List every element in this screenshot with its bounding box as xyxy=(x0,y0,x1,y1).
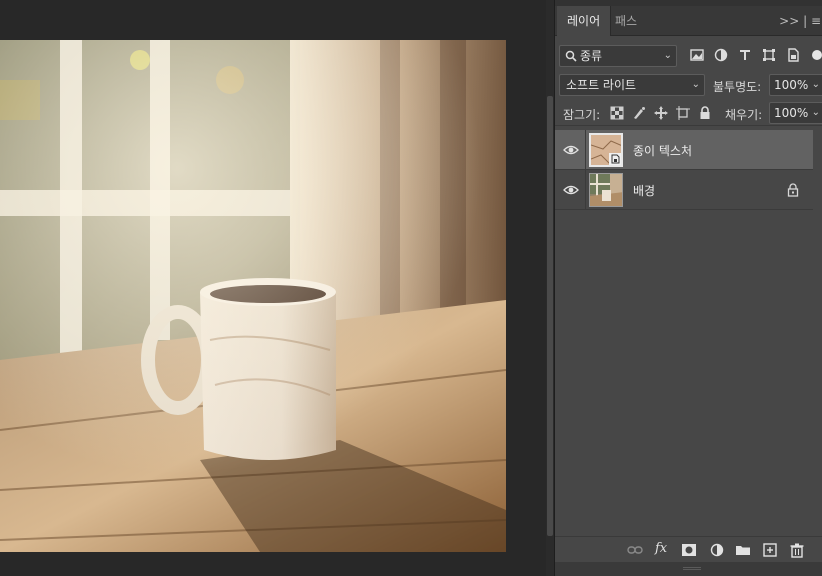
delete-layer-icon[interactable] xyxy=(789,542,805,558)
layer-thumbnail-paper-texture[interactable] xyxy=(589,133,623,167)
lock-artboard-icon[interactable] xyxy=(676,106,690,120)
canvas-scrollbar[interactable] xyxy=(546,0,554,576)
adjustment-filter-icon[interactable] xyxy=(713,47,729,63)
opacity-label: 불투명도: xyxy=(713,80,762,94)
layer-list: 종이 텍스처 배경 xyxy=(555,130,822,536)
image-filter-icon[interactable] xyxy=(689,47,705,63)
panel-tab-bar: 레이어 패스 >> | ≡ xyxy=(555,6,822,36)
shape-filter-icon[interactable] xyxy=(761,47,777,63)
layer-name[interactable]: 종이 텍스처 xyxy=(633,142,692,159)
panel-menu-controls[interactable]: >> | ≡ xyxy=(779,6,821,36)
chevron-down-icon: ⌄ xyxy=(811,79,820,90)
smart-object-filter-icon[interactable] xyxy=(785,47,801,63)
canvas-photo[interactable] xyxy=(0,40,506,552)
tab-paths[interactable]: 패스 xyxy=(605,6,647,36)
document-canvas-area[interactable] xyxy=(0,0,546,576)
layer-thumbnail-background[interactable] xyxy=(589,173,623,207)
fill-label: 채우기: xyxy=(725,108,763,122)
layer-filter-row: 종류 ⌄ xyxy=(555,42,822,70)
paper-texture-thumbnail-image xyxy=(591,135,621,165)
lock-row: 잠그기: 채우기: 100% ⌄ xyxy=(555,100,822,126)
lock-icon[interactable] xyxy=(787,183,799,197)
lock-transparent-pixels-icon[interactable] xyxy=(610,106,624,120)
resize-grip-icon[interactable] xyxy=(683,567,701,570)
fill-input[interactable]: 100% ⌄ xyxy=(769,102,822,124)
lock-position-icon[interactable] xyxy=(654,106,668,120)
filter-kind-label: 종류 xyxy=(580,49,603,63)
opacity-input[interactable]: 100% ⌄ xyxy=(769,74,822,96)
eye-visibility-icon[interactable] xyxy=(563,144,579,156)
add-mask-icon[interactable] xyxy=(681,542,697,558)
tab-layers[interactable]: 레이어 xyxy=(557,6,612,36)
chevron-down-icon: ⌄ xyxy=(663,50,672,61)
lock-image-pixels-icon[interactable] xyxy=(632,106,646,120)
link-layers-icon[interactable] xyxy=(627,542,643,558)
filter-kind-dropdown[interactable]: 종류 ⌄ xyxy=(559,45,677,67)
chevron-down-icon: ⌄ xyxy=(691,79,700,90)
lock-label: 잠그기: xyxy=(563,108,601,122)
layers-panel: 레이어 패스 >> | ≡ 종류 ⌄ 소프트 라이트 ⌄ 불투명도: 100% … xyxy=(554,0,822,576)
filter-toggle-icon[interactable] xyxy=(809,47,822,63)
fx-icon[interactable]: fx xyxy=(655,541,671,557)
type-filter-icon[interactable] xyxy=(737,47,753,63)
background-thumbnail-image xyxy=(590,174,622,206)
coffee-mug-photo xyxy=(0,40,506,552)
layer-name[interactable]: 배경 xyxy=(633,182,655,199)
opacity-value: 100% xyxy=(774,78,809,92)
adjustment-layer-icon[interactable] xyxy=(709,542,725,558)
layer-row-paper-texture[interactable]: 종이 텍스처 xyxy=(555,130,813,170)
blend-mode-row: 소프트 라이트 ⌄ 불투명도: 100% ⌄ xyxy=(555,72,822,100)
blend-mode-dropdown[interactable]: 소프트 라이트 ⌄ xyxy=(559,74,705,96)
fill-value: 100% xyxy=(774,106,809,120)
blend-mode-value: 소프트 라이트 xyxy=(566,78,637,92)
chevron-down-icon: ⌄ xyxy=(811,107,820,118)
layers-bottom-toolbar: fx xyxy=(555,536,822,562)
eye-visibility-icon[interactable] xyxy=(563,184,579,196)
search-icon xyxy=(565,50,577,62)
lock-all-icon[interactable] xyxy=(698,106,712,120)
panel-resize-footer[interactable] xyxy=(555,562,822,576)
group-folder-icon[interactable] xyxy=(735,542,751,558)
layer-row-background[interactable]: 배경 xyxy=(555,170,813,210)
new-layer-icon[interactable] xyxy=(762,542,778,558)
scrollbar-thumb[interactable] xyxy=(547,96,553,536)
